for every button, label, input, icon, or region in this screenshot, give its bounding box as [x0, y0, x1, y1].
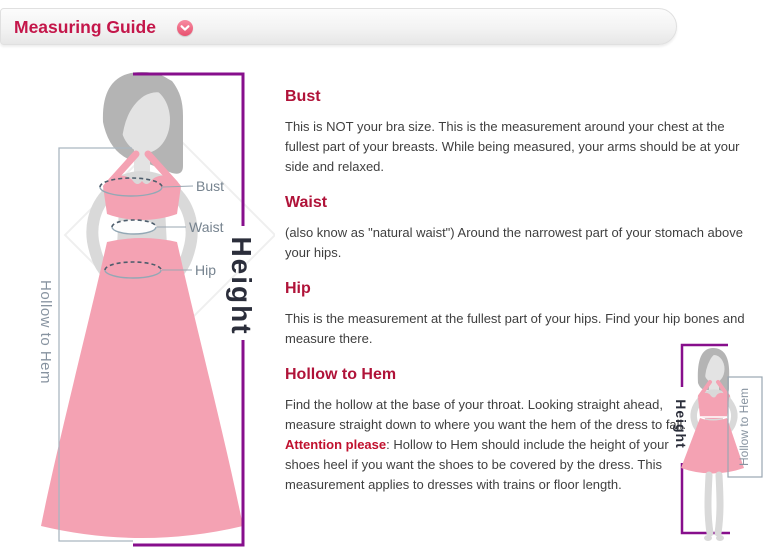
header-bar: Measuring Guide: [0, 8, 677, 45]
measuring-guide-page: Measuring Guide: [0, 0, 778, 553]
waist-heading: Waist: [285, 193, 755, 213]
hip-heading: Hip: [285, 279, 755, 299]
small-hollow-to-hem-label: Hollow to Hem: [737, 388, 751, 466]
waist-description: (also know as "natural waist") Around th…: [285, 223, 755, 263]
bust-description: This is NOT your bra size. This is the m…: [285, 117, 755, 177]
hollow-text-before: Find the hollow at the base of your thro…: [285, 397, 686, 432]
small-height-label: Height: [673, 399, 689, 449]
page-title: Measuring Guide: [14, 9, 156, 45]
height-label: Height: [226, 236, 257, 335]
attention-please-label: Attention please: [285, 437, 386, 452]
waist-label: Waist: [189, 219, 224, 235]
woman-figure-illustration: [41, 72, 243, 538]
bust-label: Bust: [196, 178, 224, 194]
hip-label: Hip: [195, 262, 216, 278]
hollow-to-hem-label: Hollow to Hem: [37, 280, 54, 384]
chevron-down-icon[interactable]: [177, 20, 193, 36]
waist-section: Waist (also know as "natural waist") Aro…: [285, 193, 755, 263]
bust-section: Bust This is NOT your bra size. This is …: [285, 87, 755, 177]
chevron-down-glyph: [177, 20, 193, 36]
bust-heading: Bust: [285, 87, 755, 107]
main-measuring-diagram: Bust Waist Hip Height Hollow to Hem: [25, 60, 275, 553]
small-measuring-diagram: Height Hollow to Hem: [655, 335, 778, 553]
